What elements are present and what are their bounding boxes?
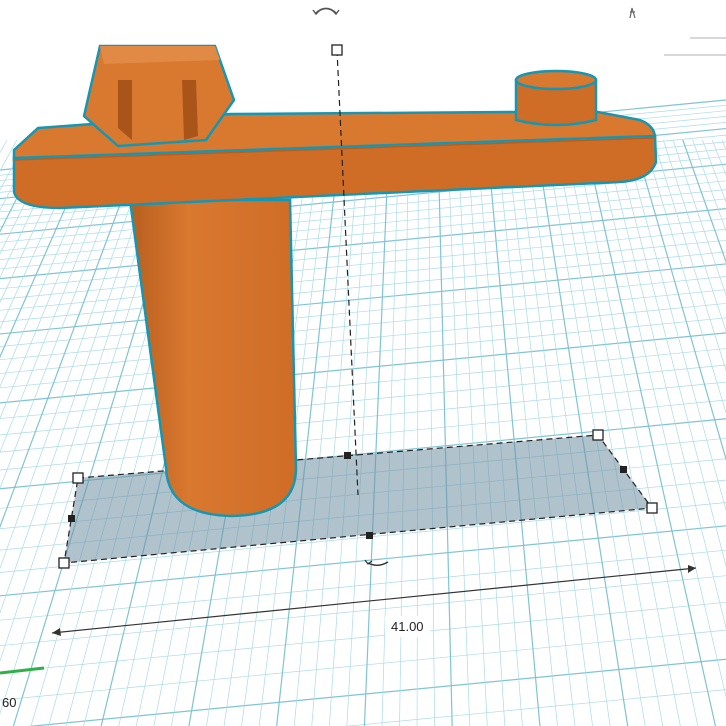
grid-line bbox=[427, 139, 435, 726]
edge-handle-front[interactable] bbox=[366, 532, 373, 539]
grid-line bbox=[346, 139, 380, 726]
grid-line bbox=[653, 139, 726, 372]
grid-line bbox=[0, 575, 726, 647]
grid-line bbox=[447, 139, 471, 726]
object-clip-slot-right bbox=[182, 80, 198, 140]
grid-line bbox=[584, 139, 717, 726]
width-dimension-arrow-left bbox=[52, 628, 61, 636]
edge-handle-back[interactable] bbox=[344, 452, 351, 459]
workplane-viewport[interactable] bbox=[0, 0, 726, 726]
grid-line bbox=[399, 139, 409, 726]
depth-dimension-label[interactable]: 60 bbox=[0, 693, 18, 712]
grid-line bbox=[662, 139, 726, 333]
grid-line bbox=[0, 139, 8, 154]
grid-line bbox=[623, 139, 726, 512]
width-dimension-arrow-right bbox=[688, 565, 696, 573]
grid-line bbox=[0, 317, 726, 389]
grid-line bbox=[0, 629, 726, 701]
grid-line bbox=[0, 364, 726, 436]
y-axis-indicator bbox=[0, 666, 45, 675]
grid-line bbox=[0, 289, 726, 361]
grid-line bbox=[0, 139, 67, 279]
cursor-glyph-icon bbox=[629, 7, 636, 19]
edge-handle-right[interactable] bbox=[620, 466, 627, 473]
corner-handle-back-left[interactable] bbox=[72, 472, 84, 484]
grid-line bbox=[0, 139, 18, 172]
object-peg-top bbox=[514, 69, 598, 91]
grid-line bbox=[0, 348, 726, 419]
grid-line bbox=[416, 139, 419, 726]
edge-handle-left[interactable] bbox=[68, 515, 75, 522]
grid-line bbox=[0, 303, 726, 374]
width-dimension-line bbox=[51, 567, 697, 634]
corner-handle-front-right[interactable] bbox=[646, 502, 658, 514]
grid-line bbox=[466, 139, 506, 726]
corner-handle-front-left[interactable] bbox=[58, 557, 70, 569]
grid-line bbox=[0, 207, 726, 280]
grid-line bbox=[476, 139, 523, 726]
object-stem bbox=[128, 198, 298, 518]
grid-line bbox=[486, 139, 541, 726]
grid-line bbox=[721, 139, 726, 151]
width-dimension-label[interactable]: 41.00 bbox=[385, 616, 430, 637]
grid-line bbox=[682, 139, 726, 264]
grid-line bbox=[0, 139, 57, 255]
grid-line bbox=[692, 139, 726, 232]
height-handle[interactable] bbox=[331, 44, 343, 56]
corner-handle-back-right[interactable] bbox=[592, 429, 604, 441]
grid-line bbox=[293, 139, 351, 726]
grid-line bbox=[0, 239, 726, 311]
